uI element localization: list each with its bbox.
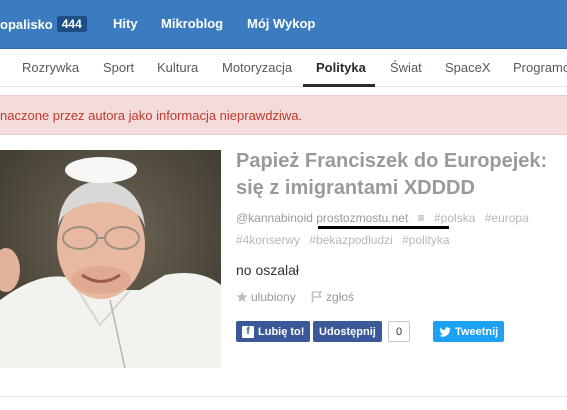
wykopalisko-count-badge: 444 bbox=[56, 16, 87, 32]
tab-rozrywka[interactable]: Rozrywka bbox=[22, 60, 79, 75]
article-meta-line-1: @kannabinoid prostozmostu.net ≡ #polska … bbox=[236, 211, 535, 225]
divider bbox=[0, 396, 567, 397]
tag-polska[interactable]: #polska bbox=[434, 211, 475, 225]
facebook-like-button[interactable]: f Lubię to! bbox=[236, 321, 311, 342]
report-label: zgłoś bbox=[326, 290, 355, 304]
facebook-like-label: Lubię to! bbox=[258, 325, 305, 338]
active-tab-indicator bbox=[303, 84, 375, 87]
facebook-share-button[interactable]: Udostępnij bbox=[313, 321, 382, 342]
tweet-button[interactable]: Tweetnij bbox=[433, 321, 505, 342]
tab-programowanie[interactable]: Programo bbox=[513, 60, 567, 75]
tab-sport[interactable]: Sport bbox=[103, 60, 134, 75]
article-title[interactable]: Papież Franciszek do Europejek: się z im… bbox=[236, 148, 567, 202]
article-title-line-2: się z imigrantami XDDDD bbox=[236, 177, 475, 199]
tag-bekazpodludzi[interactable]: #bekazpodludzi bbox=[309, 233, 392, 247]
favourite-button[interactable]: ulubiony bbox=[236, 290, 296, 304]
tag-europa[interactable]: #europa bbox=[485, 211, 529, 225]
pope-photo-illustration bbox=[0, 150, 221, 368]
article-thumbnail[interactable] bbox=[0, 150, 221, 368]
tag-4konserwy[interactable]: #4konserwy bbox=[236, 233, 300, 247]
nav-wykopalisko-label: opalisko bbox=[0, 17, 53, 32]
tab-polityka[interactable]: Polityka bbox=[316, 60, 366, 75]
twitter-bird-icon bbox=[439, 326, 451, 337]
nav-moj-wykop[interactable]: Mój Wykop bbox=[247, 16, 315, 31]
article-title-line-1: Papież Franciszek do Europejek: bbox=[236, 150, 548, 172]
nav-hity[interactable]: Hity bbox=[113, 16, 138, 31]
top-navigation-bar: opalisko 444 Hity Mikroblog Mój Wykop bbox=[0, 0, 567, 49]
facebook-icon: f bbox=[242, 325, 254, 338]
star-icon bbox=[236, 291, 248, 302]
tag-polityka[interactable]: #polityka bbox=[402, 233, 449, 247]
favourite-label: ulubiony bbox=[251, 290, 296, 304]
tab-kultura[interactable]: Kultura bbox=[157, 60, 198, 75]
category-tabs: Rozrywka Sport Kultura Motoryzacja Polit… bbox=[0, 49, 567, 87]
tweet-label: Tweetnij bbox=[455, 325, 499, 338]
nav-wykopalisko[interactable]: opalisko 444 bbox=[0, 16, 87, 32]
redaction-bar bbox=[318, 226, 449, 229]
tab-swiat[interactable]: Świat bbox=[390, 60, 422, 75]
article-meta-line-2: #4konserwy #bekazpodludzi #polityka bbox=[236, 233, 456, 247]
list-icon[interactable]: ≡ bbox=[418, 211, 425, 225]
article-description: no oszalał bbox=[236, 262, 300, 278]
flag-icon bbox=[311, 291, 323, 303]
share-count-badge: 0 bbox=[388, 321, 410, 342]
tab-motoryzacja[interactable]: Motoryzacja bbox=[222, 60, 292, 75]
tab-spacex[interactable]: SpaceX bbox=[445, 60, 491, 75]
article-actions: ulubiony zgłoś bbox=[236, 290, 366, 306]
author-link[interactable]: @kannabinoid bbox=[236, 211, 313, 225]
false-information-warning: naczone przez autora jako informacja nie… bbox=[0, 95, 567, 135]
nav-mikroblog[interactable]: Mikroblog bbox=[161, 16, 223, 31]
report-button[interactable]: zgłoś bbox=[311, 290, 354, 304]
source-domain-link[interactable]: prostozmostu.net bbox=[316, 211, 408, 225]
warning-text: naczone przez autora jako informacja nie… bbox=[0, 108, 303, 123]
